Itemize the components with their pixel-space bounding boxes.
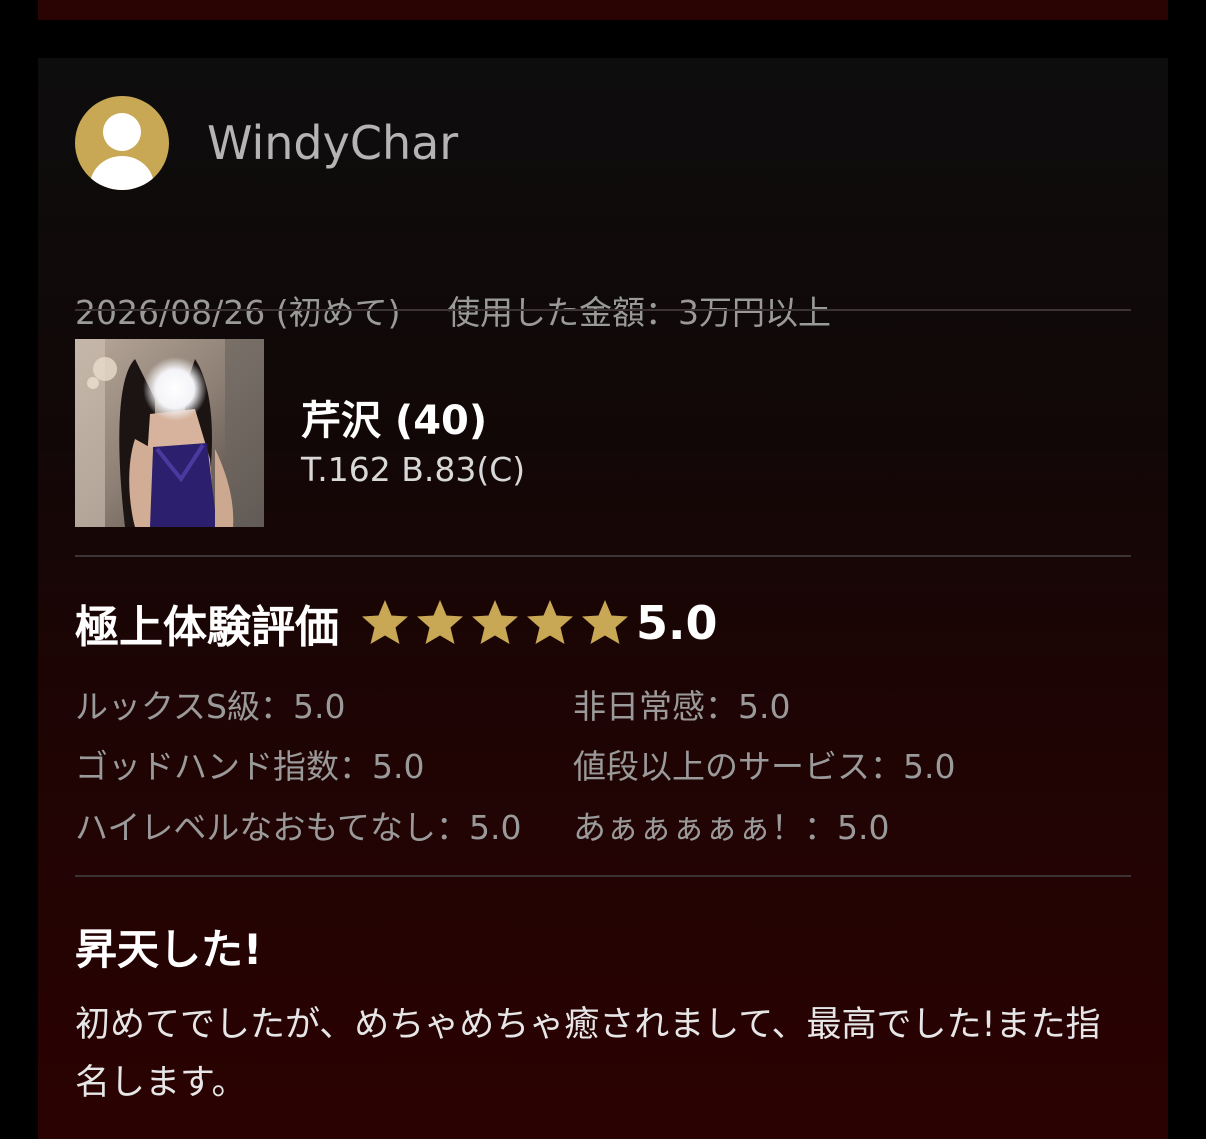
amount-spent: 使用した金額：3万円以上 (446, 293, 831, 332)
rating-score: 5.0 (636, 596, 718, 650)
divider (75, 309, 1131, 311)
girl-photo[interactable] (75, 339, 264, 527)
review-title: 昇天した! (75, 925, 263, 974)
rating-item-god-hand: ゴッドハンド指数：5.0 (75, 747, 425, 786)
star-icon (417, 600, 463, 644)
rating-item-value: 値段以上のサービス：5.0 (573, 747, 956, 786)
review-card: WindyChar 2026/08/26 (初めて) 使用した金額：3万円以上 (38, 58, 1168, 1139)
rating-title: 極上体験評価 (75, 602, 339, 653)
star-icon (527, 600, 573, 644)
star-icon (582, 600, 628, 644)
star-icon (362, 600, 408, 644)
reviewer-row: WindyChar (75, 96, 458, 190)
star-rating (359, 598, 634, 648)
review-body: 初めてでしたが、めちゃめちゃ癒されまして、最高でした!また指名します。 (75, 1005, 1101, 1103)
divider (75, 555, 1131, 557)
reviewer-name: WindyChar (207, 116, 459, 170)
visit-type: (初めて) (275, 293, 401, 332)
girl-name[interactable]: 芹沢 (40) (301, 388, 487, 446)
previous-review-card (38, 0, 1168, 20)
rating-item-looks: ルックスS級：5.0 (75, 687, 346, 726)
star-icon (472, 600, 518, 644)
rating-item-hospitality: ハイレベルなおもてなし：5.0 (75, 808, 522, 847)
girl-stats: T.162 B.83(C) (301, 450, 526, 489)
review-date: 2026/08/26 (75, 293, 266, 332)
overall-rating: 極上体験評価 5.0 (75, 593, 718, 653)
rating-item-ah: あぁぁぁぁぁ！：5.0 (573, 808, 890, 847)
user-avatar-icon (75, 96, 169, 190)
divider (75, 875, 1131, 877)
rating-item-extraordinary: 非日常感：5.0 (573, 687, 791, 726)
